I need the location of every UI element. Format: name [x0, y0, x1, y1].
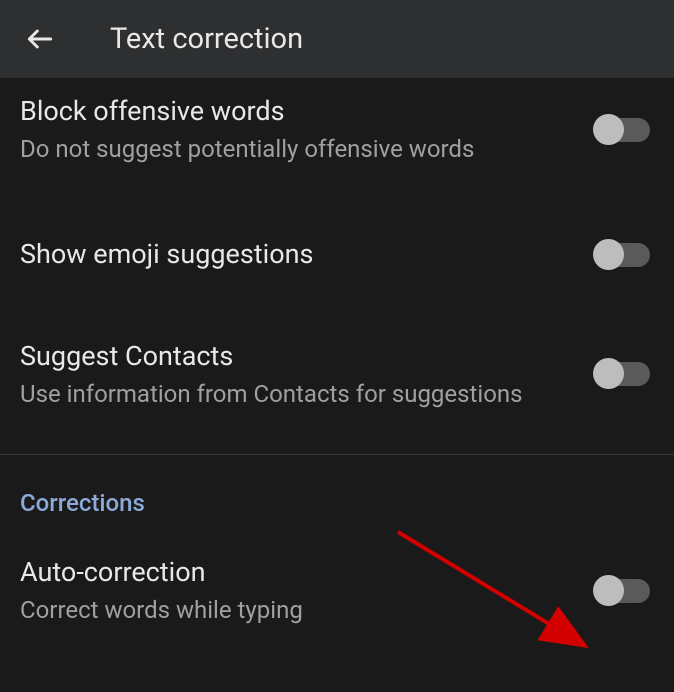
toggle-emoji-suggestions[interactable]	[595, 243, 650, 267]
setting-subtitle: Use information from Contacts for sugges…	[20, 378, 565, 410]
setting-title: Suggest Contacts	[20, 339, 565, 374]
toggle-auto-correction[interactable]	[595, 579, 650, 603]
setting-text-block: Show emoji suggestions	[20, 237, 595, 272]
toggle-thumb	[593, 239, 624, 270]
setting-auto-correction[interactable]: Auto-correction Correct words while typi…	[0, 537, 674, 644]
setting-text-block: Suggest Contacts Use information from Co…	[20, 339, 595, 410]
toggle-thumb	[593, 114, 624, 145]
back-button[interactable]	[18, 17, 62, 61]
page-title: Text correction	[110, 22, 303, 56]
setting-title: Auto-correction	[20, 555, 565, 590]
back-arrow-icon	[24, 23, 56, 55]
setting-title: Block offensive words	[20, 94, 565, 129]
toggle-thumb	[593, 575, 624, 606]
setting-subtitle: Correct words while typing	[20, 594, 565, 626]
settings-content: Block offensive words Do not suggest pot…	[0, 78, 674, 645]
setting-suggest-contacts[interactable]: Suggest Contacts Use information from Co…	[0, 321, 674, 428]
app-header: Text correction	[0, 0, 674, 78]
section-header-corrections: Corrections	[0, 455, 674, 537]
toggle-thumb	[593, 358, 624, 389]
setting-title: Show emoji suggestions	[20, 237, 565, 272]
setting-text-block: Auto-correction Correct words while typi…	[20, 555, 595, 626]
setting-block-offensive-words[interactable]: Block offensive words Do not suggest pot…	[0, 78, 674, 183]
setting-text-block: Block offensive words Do not suggest pot…	[20, 94, 595, 165]
toggle-block-offensive-words[interactable]	[595, 118, 650, 142]
toggle-suggest-contacts[interactable]	[595, 362, 650, 386]
setting-subtitle: Do not suggest potentially offensive wor…	[20, 133, 565, 165]
setting-emoji-suggestions[interactable]: Show emoji suggestions	[0, 219, 674, 290]
